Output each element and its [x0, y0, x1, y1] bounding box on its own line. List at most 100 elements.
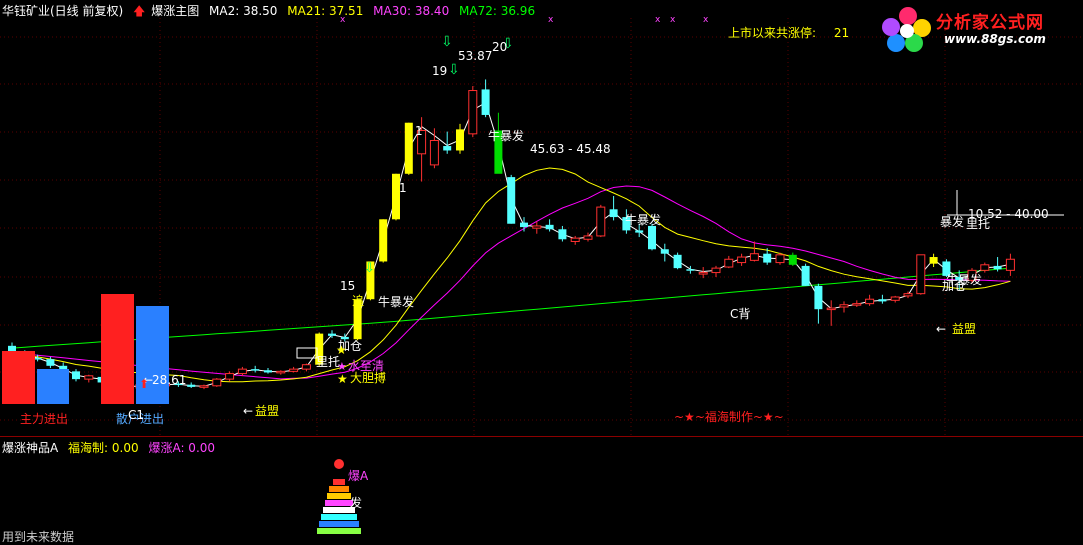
- candle-body: [84, 375, 94, 380]
- candle-body: [814, 285, 823, 310]
- candle-body: [698, 272, 708, 275]
- flower-logo-icon: [882, 7, 931, 52]
- surge-label: 暴发: [940, 214, 964, 229]
- candle-body: [686, 269, 695, 271]
- candle-body: [648, 225, 656, 250]
- count-label: 19: [432, 64, 447, 78]
- pyramid-step: [329, 486, 349, 492]
- benefit-label: 益盟: [255, 404, 279, 418]
- candle-body: [583, 235, 593, 240]
- candle-body: [237, 368, 247, 375]
- candle-body: [429, 139, 439, 166]
- indicator-name: 爆涨主图: [151, 4, 200, 18]
- author-signature: ~★~福海制作~★~: [674, 410, 784, 424]
- count-label: 15: [340, 279, 355, 293]
- top-x-mark: x: [670, 15, 676, 25]
- price-label-high: 53.87: [458, 49, 492, 63]
- bold-bet-label: 大胆搏: [350, 371, 386, 385]
- candle-body: [916, 254, 926, 295]
- candle-body: [852, 303, 862, 306]
- candle-body: [711, 267, 721, 274]
- logo-title: 分析家公式网: [936, 13, 1044, 33]
- top-x-mark: x: [703, 15, 709, 25]
- down-arrow-icon: ⇩: [441, 34, 453, 50]
- count-label: 20: [492, 40, 507, 54]
- bao-indicator-icon: [334, 459, 344, 469]
- add-position-label: 加仓: [942, 279, 966, 293]
- fuhai-value: 福海制: 0.00: [68, 441, 139, 455]
- candle-body: [724, 258, 734, 268]
- fa-label: 发: [350, 496, 363, 510]
- candle-body: [289, 368, 299, 372]
- main-chart-canvas[interactable]: x x x x x⇩⇩⇩53.8719201511⇩追 牛暴发牛暴发牛暴发牛暴发暴发45.…: [0, 0, 1083, 436]
- candle-body: [404, 122, 413, 174]
- star-icon: ★: [337, 372, 348, 386]
- candle-body: [993, 265, 1002, 270]
- candle-body: [72, 371, 80, 380]
- down-arrow-icon: ⇩: [364, 261, 375, 276]
- candle-body: [890, 296, 900, 301]
- ma72-value: MA72: 36.96: [459, 4, 536, 18]
- top-x-mark: x: [655, 15, 661, 25]
- main-chart-pane[interactable]: x x x x x ⇩ ⇩ ⇩ 53.87 19 20 15 1 1 ⇩ 追牛暴发 牛暴发 牛暴发 牛暴发 暴发 45.…: [0, 0, 1083, 436]
- candle-body: [558, 229, 567, 240]
- candle-body: [225, 373, 235, 380]
- pyramid-step: [325, 500, 353, 506]
- candle-body: [801, 265, 810, 286]
- candle-body: [456, 129, 464, 151]
- bao-a-label: 爆A: [348, 469, 369, 483]
- retail-bar-red: [101, 294, 134, 404]
- candle-body: [251, 369, 260, 371]
- price-label-low: 28.61: [152, 373, 186, 387]
- chart-header: 华钰矿业(日线 前复权) 🡅 爆涨主图 MA2: 38.50 MA21: 37.…: [2, 2, 541, 23]
- chase-label: 追: [352, 293, 364, 308]
- stock-title: 华钰矿业(日线 前复权): [2, 4, 124, 18]
- benefit-label: 益盟: [952, 322, 976, 336]
- candle-body: [673, 254, 682, 269]
- ma2-value: MA2: 38.50: [209, 4, 278, 18]
- main-force-bar-blue: [37, 369, 69, 404]
- candle-body: [635, 230, 644, 233]
- main-force-bar-red: [2, 351, 35, 404]
- baozhang-value: 爆涨A: 0.00: [148, 441, 216, 455]
- candle-body: [570, 237, 580, 242]
- left-arrow-icon: ←: [936, 322, 946, 336]
- main-force-label: 主力进出: [20, 412, 69, 426]
- indicator-arrow-icon: 🡅: [133, 4, 146, 18]
- candle-body: [507, 177, 516, 224]
- candle-body: [379, 219, 388, 262]
- limit-up-count: 上市以来共涨停: 21: [728, 24, 849, 41]
- count-label: 1: [415, 124, 423, 138]
- down-arrow-icon: ⇩: [448, 62, 460, 78]
- candle-body: [929, 257, 938, 264]
- lower-indicator-pane[interactable]: 爆涨神品A 福海制: 0.00 爆涨A: 0.00 爆A 发 用到未来数据: [0, 436, 1083, 544]
- left-arrow-icon: ←: [243, 404, 253, 418]
- candle-body: [276, 370, 286, 374]
- candle-body: [1005, 258, 1015, 271]
- lower-title: 爆涨神品A: [2, 441, 59, 455]
- candle-body: [264, 370, 272, 373]
- candle-body: [903, 293, 913, 297]
- surge-label: 牛暴发: [378, 294, 414, 309]
- top-x-mark: x: [548, 15, 554, 25]
- candle-body: [596, 206, 606, 237]
- candle-body: [468, 90, 478, 135]
- up-arrow-icon: ⬆: [139, 377, 149, 391]
- candle-body: [749, 253, 759, 261]
- pyramid-step: [319, 521, 359, 527]
- candle-body: [865, 298, 875, 305]
- ma21-value: MA21: 37.51: [287, 4, 364, 18]
- candle-body: [737, 256, 747, 264]
- candle-body: [775, 254, 785, 264]
- pyramid-step: [321, 514, 357, 520]
- pyramid-step: [327, 493, 351, 499]
- site-logo: 分析家公式网 www.88gs.com: [880, 4, 1080, 54]
- candle-body: [520, 222, 528, 228]
- pyramid-step: [317, 528, 361, 534]
- lower-header: 爆涨神品A 福海制: 0.00 爆涨A: 0.00: [2, 439, 221, 456]
- surge-label: 牛暴发: [488, 128, 524, 143]
- count-label: 1: [399, 181, 407, 195]
- candle-body: [443, 146, 452, 151]
- candle-body: [545, 224, 554, 230]
- candle-body: [187, 384, 196, 387]
